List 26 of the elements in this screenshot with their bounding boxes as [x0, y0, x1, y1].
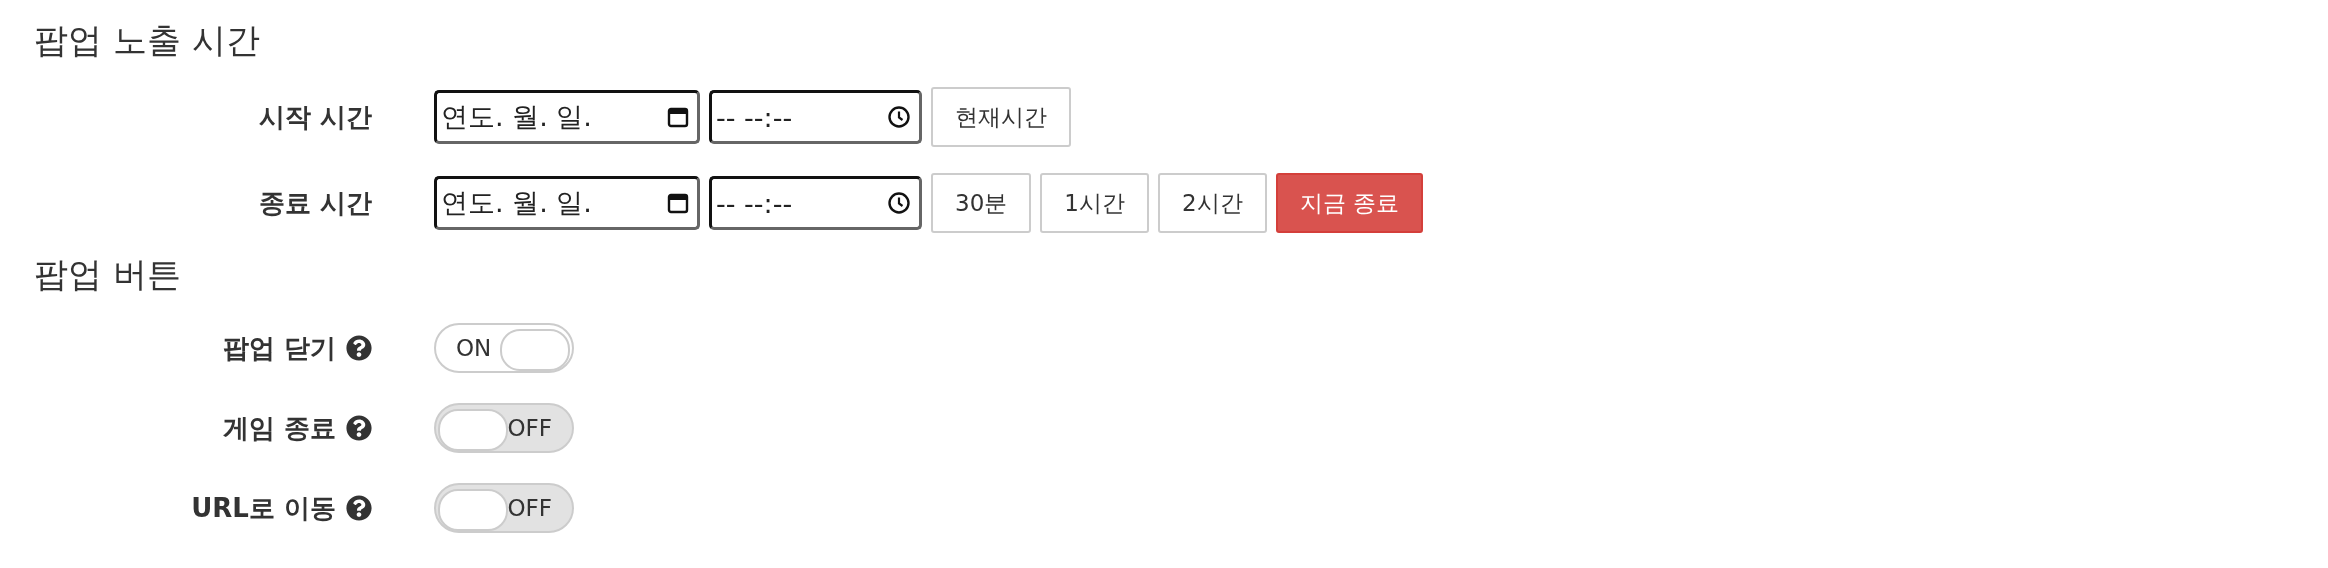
- time-button[interactable]: 1시간: [1040, 173, 1149, 233]
- field-label: 종료 시간: [258, 186, 372, 220]
- field-label: 시작 시간: [258, 100, 372, 134]
- section-heading: 팝업 노출 시간: [34, 19, 261, 62]
- field-label: URL로 이동: [191, 491, 336, 525]
- date-field[interactable]: 연도. 월. 일.: [434, 176, 700, 230]
- toggle-switch[interactable]: OFF: [434, 483, 574, 533]
- clock-icon[interactable]: [887, 105, 911, 129]
- toggle-switch[interactable]: OFF: [434, 403, 574, 453]
- end-now-button[interactable]: 지금 종료: [1275, 173, 1423, 233]
- time-field[interactable]: -- --:--: [709, 90, 922, 144]
- time-button[interactable]: 2시간: [1157, 173, 1267, 233]
- time-button[interactable]: 현재시간: [931, 87, 1071, 147]
- field-label: 팝업 닫기: [222, 331, 336, 365]
- help-icon[interactable]: [346, 335, 372, 361]
- calendar-icon[interactable]: [667, 192, 689, 214]
- time-button[interactable]: 30분: [931, 173, 1032, 233]
- section-heading: 팝업 버튼: [34, 253, 182, 296]
- field-label: 게임 종료: [222, 411, 336, 445]
- date-field[interactable]: 연도. 월. 일.: [434, 90, 700, 144]
- toggle-switch[interactable]: ON: [434, 323, 574, 373]
- calendar-icon[interactable]: [667, 106, 689, 128]
- help-icon[interactable]: [346, 495, 372, 521]
- clock-icon[interactable]: [887, 191, 911, 215]
- help-icon[interactable]: [346, 415, 372, 441]
- time-field[interactable]: -- --:--: [709, 176, 922, 230]
